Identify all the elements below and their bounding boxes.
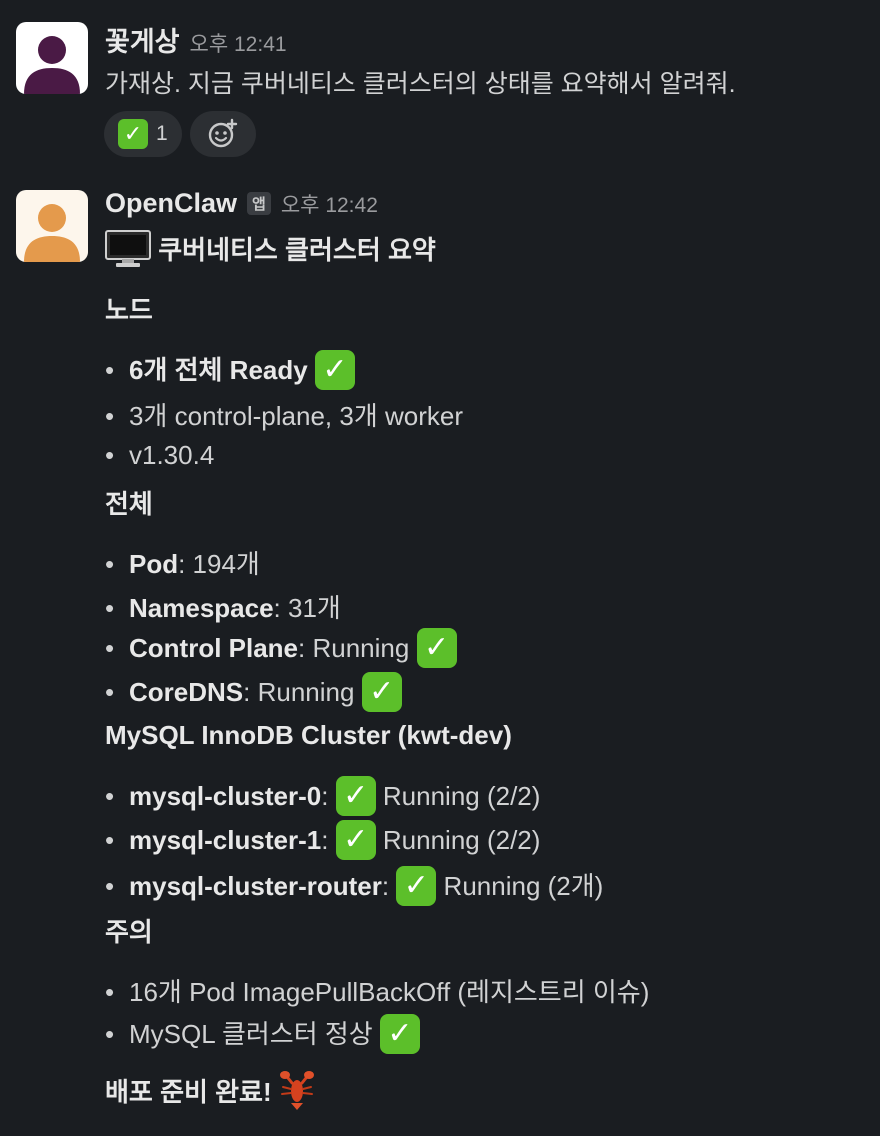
list-item: • Namespace: 31개 bbox=[105, 588, 341, 625]
list-item: • 16개 Pod ImagePullBackOff (레지스트리 이슈) bbox=[105, 972, 649, 1009]
item-text: v1.30.4 bbox=[129, 440, 215, 470]
list-item: • Pod: 194개 bbox=[105, 544, 260, 581]
list-item: • 6개 전체 Ready ✓ bbox=[105, 350, 355, 392]
item-bold: Pod bbox=[129, 549, 179, 579]
list-item: • MySQL 클러스터 정상 ✓ bbox=[105, 1014, 420, 1056]
message-openclaw: OpenClaw 앱 오후 12:42 쿠버네티스 클러스터 요약 노드 • 6개… bbox=[0, 0, 880, 1136]
bullet: • bbox=[105, 977, 115, 1007]
section-heading-mysql: MySQL InnoDB Cluster (kwt-dev) bbox=[105, 720, 512, 750]
section-heading-notes: 주의 bbox=[105, 917, 153, 947]
bullet: • bbox=[105, 676, 115, 707]
item-text: : Running bbox=[243, 676, 355, 707]
bullet: • bbox=[105, 780, 115, 811]
item-text: : Running bbox=[298, 632, 410, 663]
check-emoji-icon: ✓ bbox=[379, 1014, 420, 1055]
item-text: 3개 control-plane, 3개 worker bbox=[129, 401, 463, 431]
avatar[interactable] bbox=[16, 190, 88, 262]
footer-line: 배포 준비 완료! bbox=[105, 1071, 315, 1115]
item-sep: : bbox=[381, 871, 390, 901]
author-name[interactable]: OpenClaw bbox=[105, 188, 237, 219]
item-text: Running (2개) bbox=[443, 871, 604, 901]
bullet: • bbox=[105, 355, 115, 385]
list-item: • Control Plane: Running ✓ bbox=[105, 628, 457, 670]
list-item: • 3개 control-plane, 3개 worker bbox=[105, 396, 463, 433]
check-emoji-icon: ✓ bbox=[396, 866, 437, 907]
bullet: • bbox=[105, 440, 115, 470]
item-bold: Namespace bbox=[129, 593, 274, 623]
bot-avatar-icon bbox=[16, 190, 88, 262]
item-bold: mysql-cluster-router bbox=[129, 871, 382, 901]
section-heading-overall: 전체 bbox=[105, 489, 153, 519]
bullet: • bbox=[105, 549, 115, 579]
item-text: : 194개 bbox=[178, 549, 260, 579]
item-bold: mysql-cluster-1 bbox=[129, 824, 322, 855]
item-bold: Control Plane bbox=[129, 632, 299, 663]
check-emoji-icon: ✓ bbox=[335, 776, 376, 816]
check-emoji-icon: ✓ bbox=[416, 628, 457, 668]
list-item: • mysql-cluster-router: ✓ Running (2개) bbox=[105, 866, 603, 908]
item-text: MySQL 클러스터 정상 bbox=[129, 1019, 373, 1049]
computer-emoji-icon bbox=[105, 230, 151, 268]
item-sep: : bbox=[321, 824, 329, 855]
bullet: • bbox=[105, 824, 115, 855]
item-bold: 6개 전체 Ready bbox=[129, 355, 308, 385]
list-item: • CoreDNS: Running ✓ bbox=[105, 672, 402, 714]
list-item: • mysql-cluster-1: ✓ Running (2/2) bbox=[105, 820, 541, 862]
check-emoji-icon: ✓ bbox=[314, 350, 355, 391]
bullet: • bbox=[105, 593, 115, 623]
bullet: • bbox=[105, 632, 115, 663]
item-sep: : bbox=[321, 780, 329, 811]
lobster-emoji-icon bbox=[279, 1071, 314, 1111]
bullet: • bbox=[105, 871, 115, 901]
check-emoji-icon: ✓ bbox=[335, 820, 376, 860]
item-bold: CoreDNS bbox=[129, 676, 244, 707]
item-bold: mysql-cluster-0 bbox=[129, 780, 322, 811]
list-item: • v1.30.4 bbox=[105, 440, 214, 471]
bullet: • bbox=[105, 401, 115, 431]
check-emoji-icon: ✓ bbox=[361, 672, 402, 712]
item-text: Running (2/2) bbox=[382, 824, 541, 855]
list-item: • mysql-cluster-0: ✓ Running (2/2) bbox=[105, 776, 541, 818]
item-text: : 31개 bbox=[273, 593, 341, 623]
bullet: • bbox=[105, 1019, 115, 1049]
footer-text: 배포 준비 완료! bbox=[105, 1077, 272, 1107]
item-text: Running (2/2) bbox=[382, 780, 541, 811]
summary-title-text: 쿠버네티스 클러스터 요약 bbox=[158, 235, 436, 265]
section-heading-nodes: 노드 bbox=[105, 295, 153, 325]
summary-title: 쿠버네티스 클러스터 요약 bbox=[105, 230, 436, 271]
timestamp[interactable]: 오후 12:42 bbox=[281, 189, 378, 219]
app-badge: 앱 bbox=[247, 192, 271, 215]
item-text: 16개 Pod ImagePullBackOff (레지스트리 이슈) bbox=[129, 977, 650, 1007]
